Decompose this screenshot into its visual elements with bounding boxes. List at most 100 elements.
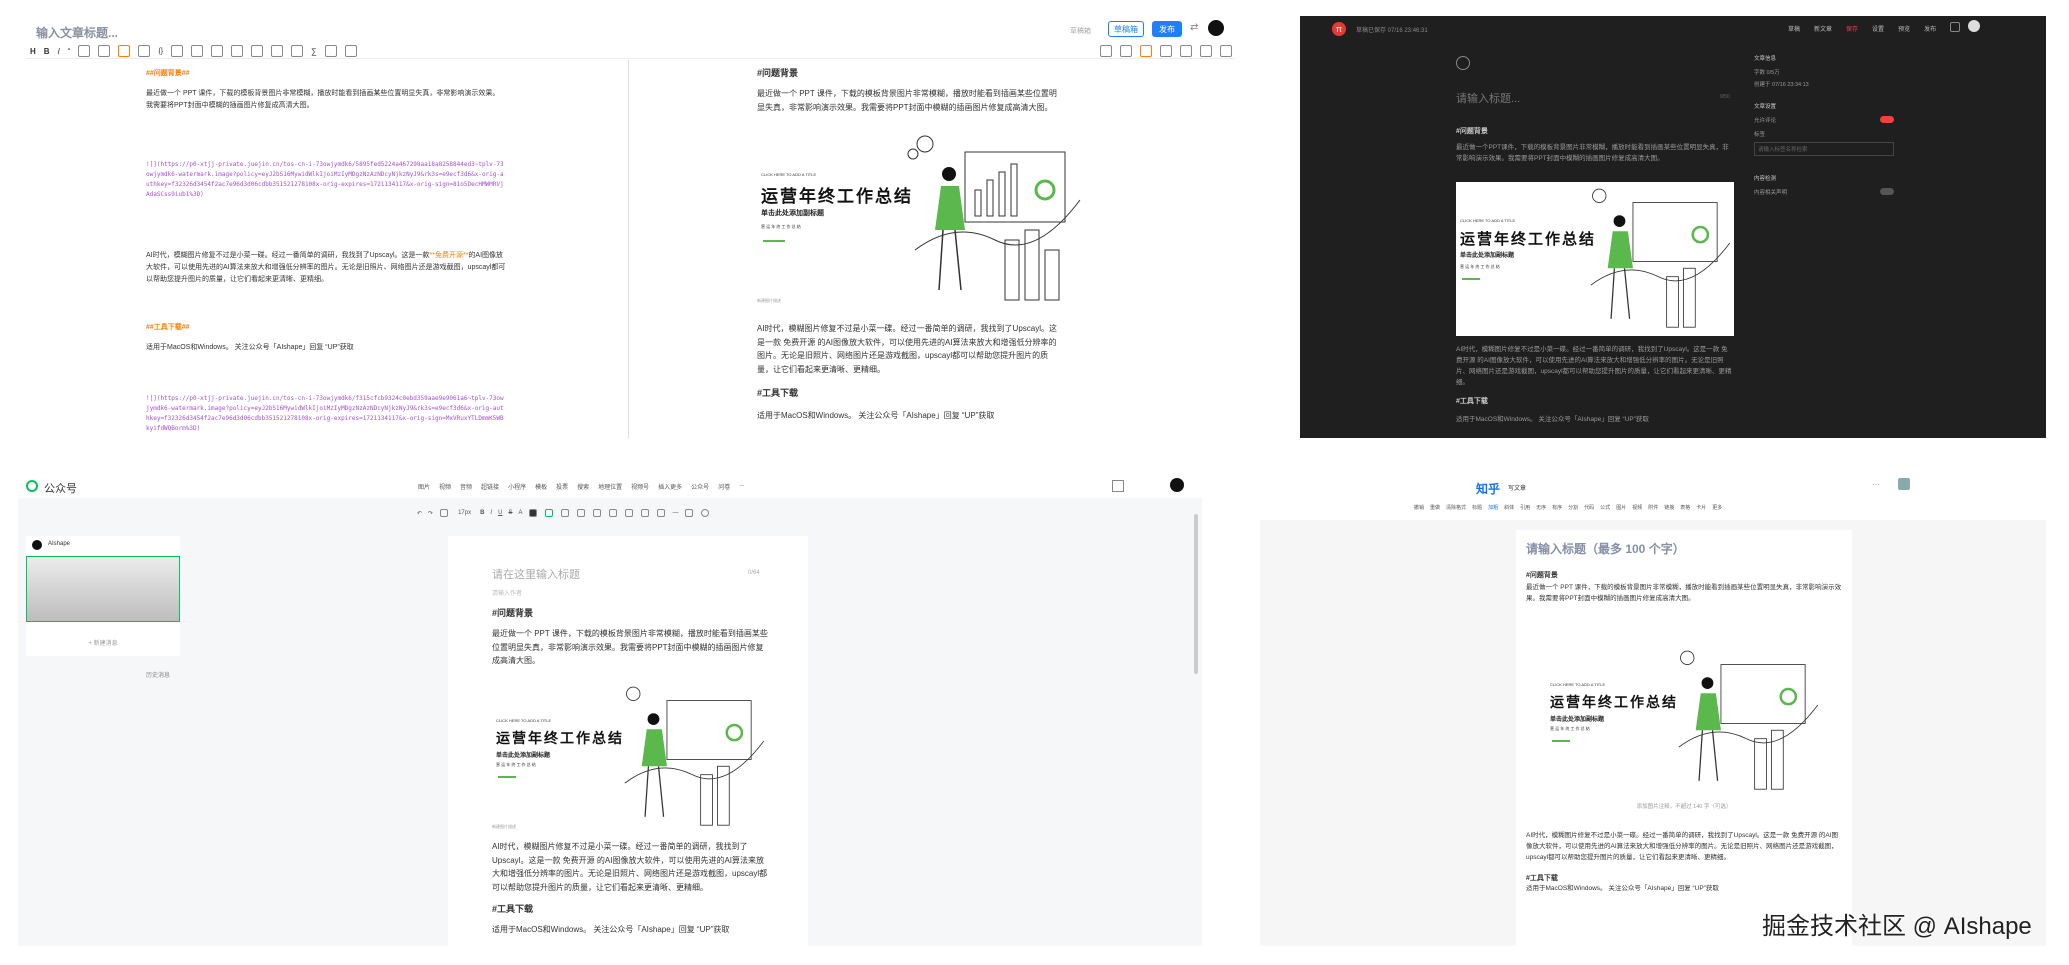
grid-icon[interactable] xyxy=(324,45,337,57)
tool-code[interactable]: 代码 xyxy=(1584,504,1594,511)
tool-ul[interactable]: 无序 xyxy=(1536,504,1546,511)
help-icon[interactable] xyxy=(1220,45,1232,57)
tool-bold[interactable]: 加粗 xyxy=(1488,504,1498,511)
emoji-icon[interactable] xyxy=(701,509,710,517)
avatar[interactable] xyxy=(1208,20,1224,36)
ordered-list-icon[interactable] xyxy=(191,45,204,57)
menu-item[interactable]: 视频 xyxy=(439,482,451,491)
tool-italic[interactable]: 斜体 xyxy=(1504,504,1514,511)
wechat-preview-icon[interactable] xyxy=(1112,480,1124,492)
detect-toggle[interactable] xyxy=(1880,188,1894,195)
code-block-icon[interactable]: {} xyxy=(158,48,163,55)
ordered-list-icon[interactable] xyxy=(625,509,634,517)
chart-icon[interactable] xyxy=(291,45,304,57)
avatar[interactable] xyxy=(1968,20,1980,32)
menu-item[interactable]: 音频 xyxy=(460,482,472,491)
wechat-author-input[interactable]: 请输入作者 xyxy=(492,588,522,597)
menu-item[interactable]: ... xyxy=(739,482,744,491)
bold-icon[interactable]: B xyxy=(44,47,50,56)
image-icon[interactable] xyxy=(98,45,111,57)
tool-hr[interactable]: 分割 xyxy=(1568,504,1578,511)
tool-more[interactable]: 更多 xyxy=(1712,504,1722,511)
tool-quote[interactable]: 引用 xyxy=(1520,504,1530,511)
bold-icon[interactable]: B xyxy=(480,510,484,516)
tool-formula[interactable]: 公式 xyxy=(1600,504,1610,511)
heading-icon[interactable]: H xyxy=(30,47,36,56)
draft-box-button[interactable]: 草稿箱 xyxy=(1108,21,1144,37)
line-height-icon[interactable] xyxy=(577,509,586,517)
menu-item[interactable]: 图片 xyxy=(418,482,430,491)
underline-icon[interactable]: U xyxy=(498,510,502,516)
theme-icon[interactable] xyxy=(1120,45,1132,57)
tool-heading[interactable]: 标题 xyxy=(1472,504,1482,511)
plugin-icon[interactable] xyxy=(1140,45,1152,57)
menu-item[interactable]: 小程序 xyxy=(508,482,526,491)
format-icon[interactable] xyxy=(685,509,694,517)
todo-icon[interactable] xyxy=(271,45,284,57)
bg-color-icon[interactable] xyxy=(529,509,538,517)
tool-undo[interactable]: 撤销 xyxy=(1414,504,1424,511)
sync-scroll-icon[interactable] xyxy=(1100,45,1112,57)
dark-add-icon[interactable] xyxy=(1456,56,1470,70)
quote-icon[interactable]: “ xyxy=(68,47,71,56)
menu-item[interactable]: 投票 xyxy=(556,482,568,491)
tool-redo[interactable]: 重做 xyxy=(1430,504,1440,511)
bell-icon[interactable] xyxy=(1950,22,1960,32)
article-title-input[interactable]: 输入文章标题... xyxy=(36,24,118,41)
tool-card[interactable]: 卡片 xyxy=(1696,504,1706,511)
menu-item[interactable]: 模板 xyxy=(535,482,547,491)
add-article-button-label[interactable]: + 新建消息 xyxy=(26,638,180,647)
markdown-source[interactable]: ##问题背景## 最近做一个 PPT 课件，下载的模板背景图片非常模糊，播放时能… xyxy=(18,60,629,438)
tag-search-input[interactable]: 请输入标签名称检索 xyxy=(1754,142,1894,156)
tool-video[interactable]: 视频 xyxy=(1632,504,1642,511)
unordered-list-icon[interactable] xyxy=(171,45,184,57)
menu-item[interactable]: 公众号 xyxy=(691,482,709,491)
nav-item[interactable]: 草稿 xyxy=(1788,24,1800,33)
nav-item[interactable]: 发布 xyxy=(1924,24,1936,33)
avatar[interactable] xyxy=(1170,478,1184,492)
tool-table[interactable]: 表格 xyxy=(1680,504,1690,511)
strike-icon[interactable]: S xyxy=(508,510,512,516)
picture-icon[interactable] xyxy=(251,45,264,57)
redo-icon[interactable]: ↷ xyxy=(428,510,433,517)
toc-icon[interactable] xyxy=(1160,45,1172,57)
menu-item[interactable]: 问卷 xyxy=(718,482,730,491)
align-icon[interactable] xyxy=(545,509,554,517)
nav-item[interactable]: 预览 xyxy=(1898,24,1910,33)
nav-item[interactable]: 新文章 xyxy=(1814,24,1832,33)
lock-icon[interactable] xyxy=(344,45,357,57)
fullscreen-icon[interactable] xyxy=(1200,45,1212,57)
indent-icon[interactable] xyxy=(561,509,570,517)
upload-icon[interactable] xyxy=(118,45,131,57)
code-icon[interactable] xyxy=(657,509,666,517)
tool-attachment[interactable]: 附件 xyxy=(1648,504,1658,511)
article-cover-thumbnail[interactable] xyxy=(26,556,180,622)
strikethrough-icon[interactable] xyxy=(211,45,224,57)
avatar[interactable] xyxy=(1898,478,1910,490)
link-icon[interactable] xyxy=(78,45,91,57)
italic-icon[interactable]: I xyxy=(490,510,492,516)
menu-item[interactable]: 插入更多 xyxy=(658,482,682,491)
spacing-icon[interactable] xyxy=(593,509,602,517)
allow-comment-toggle[interactable] xyxy=(1880,116,1894,123)
zhihu-article-canvas[interactable]: 请输入标题（最多 100 个字） #问题背景 最近做一个 PPT 课件，下载的模… xyxy=(1516,530,1852,946)
list-icon[interactable] xyxy=(609,509,618,517)
menu-item[interactable]: 视频号 xyxy=(631,482,649,491)
history-link[interactable]: 历史消息 xyxy=(146,670,170,679)
nav-item[interactable]: 保存 xyxy=(1846,24,1858,33)
divider-icon[interactable]: — xyxy=(672,510,678,516)
undo-icon[interactable]: ↶ xyxy=(417,510,422,517)
table-icon[interactable] xyxy=(231,45,244,57)
table-icon[interactable] xyxy=(641,509,650,517)
code-icon[interactable] xyxy=(138,45,151,57)
tool-clear[interactable]: 清除格式 xyxy=(1446,504,1466,511)
font-size-select[interactable]: 17px xyxy=(458,510,471,516)
nav-item[interactable]: 设置 xyxy=(1872,24,1884,33)
publish-button[interactable]: 发布 xyxy=(1152,21,1182,37)
font-color-icon[interactable]: A xyxy=(518,510,522,516)
italic-icon[interactable]: I xyxy=(58,47,60,56)
tool-link[interactable]: 链接 xyxy=(1664,504,1674,511)
tool-ol[interactable]: 有序 xyxy=(1552,504,1562,511)
tool-image[interactable]: 图片 xyxy=(1616,504,1626,511)
wechat-article-canvas[interactable]: 请在这里输入标题 0/64 请输入作者 #问题背景 最近做一个 PPT 课件，下… xyxy=(448,536,808,946)
